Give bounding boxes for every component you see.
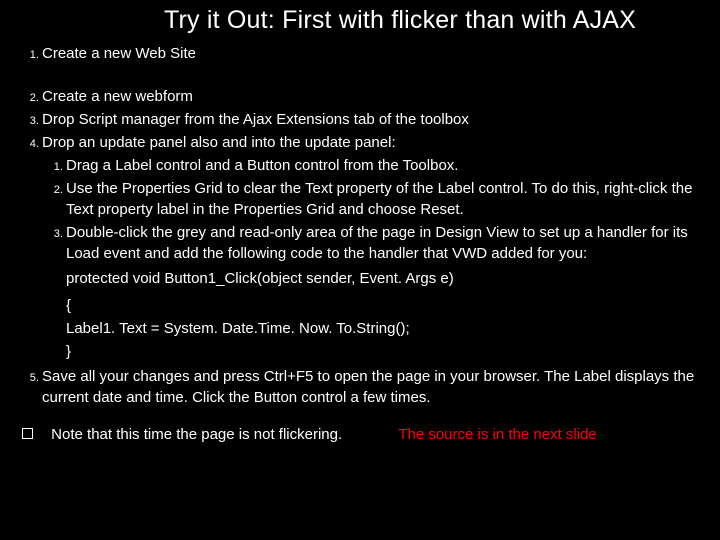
code-line-1: protected void Button1_Click(object send… — [66, 268, 702, 289]
step-1-text: Create a new Web Site — [42, 45, 196, 62]
step-list: Create a new Web Site Create a new webfo… — [18, 43, 702, 408]
slide: Try it Out: First with flicker than with… — [0, 0, 720, 540]
step-3-text: Drop Script manager from the Ajax Extens… — [42, 111, 469, 128]
note-row: Note that this time the page is not flic… — [18, 426, 702, 443]
code-block: protected void Button1_Click(object send… — [66, 268, 702, 289]
substep-3: Double-click the grey and read-only area… — [66, 222, 702, 289]
substep-2: Use the Properties Grid to clear the Tex… — [66, 178, 702, 220]
step-5-text: Save all your changes and press Ctrl+F5 … — [42, 368, 694, 406]
code-line-3: Label1. Text = System. Date.Time. Now. T… — [66, 318, 702, 339]
substep-1-text: Drag a Label control and a Button contro… — [66, 157, 458, 174]
code-line-4: } — [66, 341, 702, 362]
step-2-text: Create a new webform — [42, 88, 193, 105]
step-1: Create a new Web Site — [42, 43, 702, 64]
substep-1: Drag a Label control and a Button contro… — [66, 155, 702, 176]
step-2: Create a new webform — [42, 86, 702, 107]
checkbox-icon — [22, 428, 33, 439]
slide-title: Try it Out: First with flicker than with… — [98, 6, 702, 35]
substep-2-text: Use the Properties Grid to clear the Tex… — [66, 180, 692, 218]
note-left: Note that this time the page is not flic… — [51, 426, 342, 443]
step-5: Save all your changes and press Ctrl+F5 … — [42, 366, 702, 408]
step-4-text: Drop an update panel also and into the u… — [42, 134, 396, 151]
substep-3-text: Double-click the grey and read-only area… — [66, 224, 688, 262]
note-right: The source is in the next slide — [398, 426, 596, 443]
code-line-2: { — [66, 295, 702, 316]
step-4: Drop an update panel also and into the u… — [42, 132, 702, 362]
substep-list: Drag a Label control and a Button contro… — [42, 155, 702, 289]
step-3: Drop Script manager from the Ajax Extens… — [42, 109, 702, 130]
